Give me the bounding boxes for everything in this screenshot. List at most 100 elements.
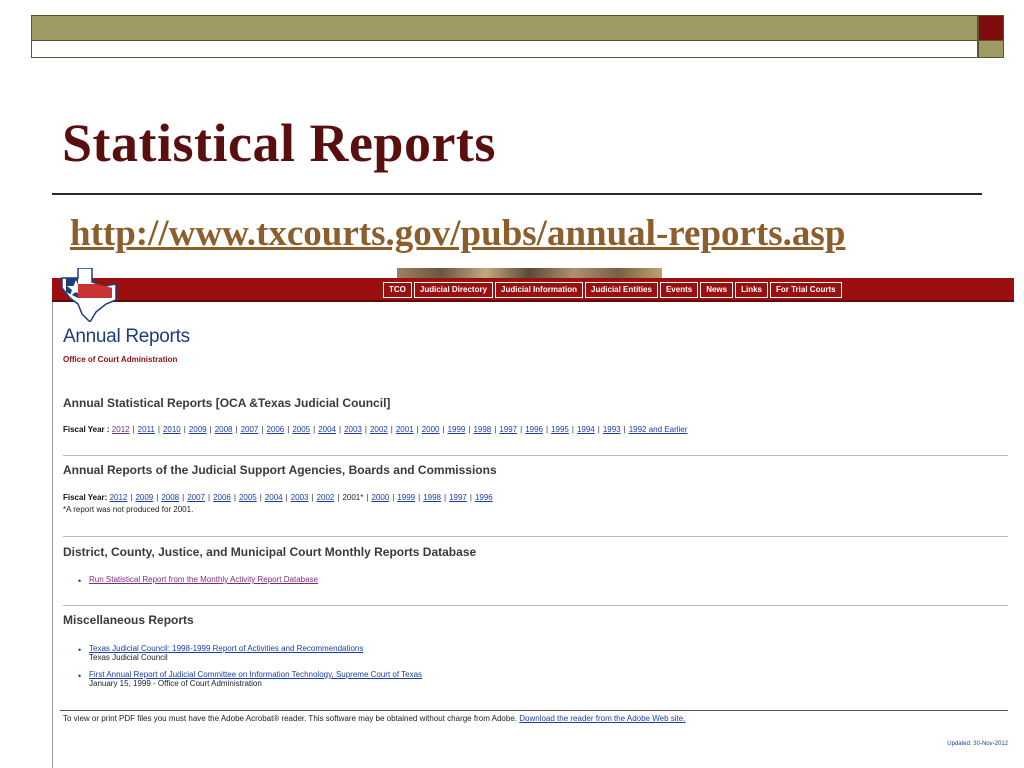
- fiscal-year-link[interactable]: 2004: [318, 425, 336, 434]
- misc-report-source: January 15, 1999 - Office of Court Admin…: [89, 679, 262, 688]
- link-separator: |: [442, 425, 445, 434]
- nav-tco[interactable]: TCO: [383, 282, 412, 298]
- page-subtitle: Office of Court Administration: [63, 355, 178, 364]
- adobe-reader-link[interactable]: Download the reader from the Adobe Web s…: [519, 714, 685, 723]
- fiscal-year-link[interactable]: 1992 and Earlier: [629, 425, 688, 434]
- fiscal-year-link[interactable]: 2008: [161, 493, 179, 502]
- texas-star-logo-icon[interactable]: [56, 268, 118, 322]
- fiscal-year-link[interactable]: 2006: [213, 493, 231, 502]
- fiscal-year-link[interactable]: 2010: [163, 425, 181, 434]
- nav-for-trial-courts[interactable]: For Trial Courts: [770, 282, 842, 298]
- slide-header-bar: [31, 15, 978, 41]
- footer-divider: [60, 710, 1008, 711]
- fiscal-year-link[interactable]: 1998: [473, 425, 491, 434]
- nav-judicial-entities[interactable]: Judicial Entities: [585, 282, 658, 298]
- link-separator: |: [571, 425, 574, 434]
- nav-events[interactable]: Events: [659, 282, 699, 298]
- link-separator: |: [156, 493, 159, 502]
- fiscal-year-link[interactable]: 2011: [138, 425, 155, 434]
- fiscal-year-unavailable: 2001*: [342, 493, 364, 502]
- link-separator: |: [623, 425, 626, 434]
- fiscal-year-links: 2012 | 2011 | 2010 | 2009 | 2008 | 2007 | 2006 | 2005 |…: [112, 425, 688, 434]
- site-header-rule: [52, 300, 1014, 302]
- link-separator: |: [392, 493, 395, 502]
- fiscal-year-link[interactable]: 2012: [112, 425, 130, 434]
- link-separator: |: [233, 493, 236, 502]
- link-separator: |: [157, 425, 160, 434]
- section-divider: [63, 536, 1008, 537]
- fiscal-year-link[interactable]: 2007: [241, 425, 259, 434]
- site-nav: TCO Judicial Directory Judicial Informat…: [383, 282, 842, 298]
- list-item: • Texas Judicial Council: 1998-1999 Repo…: [78, 644, 363, 662]
- link-separator: |: [287, 425, 290, 434]
- left-border: [52, 302, 53, 768]
- slide-url-link[interactable]: http://www.txcourts.gov/pubs/annual-repo…: [70, 212, 845, 255]
- fiscal-year-link[interactable]: 1995: [551, 425, 569, 434]
- bullet-icon: •: [78, 645, 82, 655]
- link-separator: |: [261, 425, 264, 434]
- link-separator: |: [418, 493, 421, 502]
- fiscal-year-link[interactable]: 2002: [370, 425, 388, 434]
- link-separator: |: [182, 493, 185, 502]
- link-separator: |: [366, 493, 369, 502]
- slide-title: Statistical Reports: [62, 113, 496, 173]
- pdf-note: To view or print PDF files you must have…: [63, 714, 685, 723]
- link-separator: |: [337, 493, 340, 502]
- nav-links[interactable]: Links: [735, 282, 768, 298]
- fiscal-year-links: 2012 | 2009 | 2008 | 2007 | 2006 | 2005 | 2004 | 2003 |…: [110, 493, 493, 502]
- fiscal-year-link[interactable]: 2009: [135, 493, 153, 502]
- link-separator: |: [520, 425, 523, 434]
- report-note: *A report was not produced for 2001.: [63, 505, 194, 514]
- fiscal-year-link[interactable]: 2004: [265, 493, 283, 502]
- link-separator: |: [259, 493, 262, 502]
- fiscal-year-label: Fiscal Year:: [63, 493, 108, 502]
- monthly-report-link[interactable]: Run Statistical Report from the Monthly …: [89, 575, 318, 584]
- fiscal-year-link[interactable]: 1997: [449, 493, 467, 502]
- fiscal-year-link[interactable]: 2009: [189, 425, 207, 434]
- link-separator: |: [339, 425, 342, 434]
- fiscal-year-link[interactable]: 1996: [475, 493, 493, 502]
- fiscal-year-link[interactable]: 1998: [423, 493, 441, 502]
- fiscal-year-link[interactable]: 1996: [525, 425, 543, 434]
- fiscal-year-link[interactable]: 2012: [110, 493, 128, 502]
- link-separator: |: [313, 425, 316, 434]
- fiscal-year-link[interactable]: 1994: [577, 425, 595, 434]
- fiscal-year-link[interactable]: 2003: [344, 425, 362, 434]
- section-heading-misc: Miscellaneous Reports: [63, 613, 194, 627]
- bullet-icon: •: [78, 576, 82, 586]
- fiscal-year-link[interactable]: 2003: [291, 493, 309, 502]
- slide-corner-red: [978, 15, 1004, 41]
- fiscal-year-link[interactable]: 2006: [266, 425, 284, 434]
- fiscal-year-label: Fiscal Year :: [63, 425, 110, 434]
- link-separator: |: [132, 425, 135, 434]
- misc-report-link[interactable]: Texas Judicial Council: 1998-1999 Report…: [89, 644, 363, 653]
- link-separator: |: [209, 425, 212, 434]
- fiscal-year-link[interactable]: 2002: [317, 493, 335, 502]
- section-divider: [63, 605, 1008, 606]
- pdf-note-text: To view or print PDF files you must have…: [63, 714, 517, 723]
- fiscal-year-link[interactable]: 2008: [215, 425, 233, 434]
- fiscal-year-link[interactable]: 2005: [239, 493, 257, 502]
- fiscal-year-link[interactable]: 2005: [292, 425, 310, 434]
- link-separator: |: [311, 493, 314, 502]
- misc-report-link[interactable]: First Annual Report of Judicial Committe…: [89, 670, 422, 679]
- fiscal-year-link[interactable]: 2000: [422, 425, 440, 434]
- list-item: • Run Statistical Report from the Monthl…: [78, 575, 318, 586]
- fiscal-year-link[interactable]: 1999: [397, 493, 415, 502]
- nav-judicial-information[interactable]: Judicial Information: [495, 282, 584, 298]
- fiscal-year-row-statistical: Fiscal Year : 2012 | 2011 | 2010 | 2009 | 2008 | 2…: [63, 425, 687, 434]
- header-photo-strip: [397, 268, 662, 278]
- fiscal-year-link[interactable]: 1993: [603, 425, 621, 434]
- fiscal-year-link[interactable]: 2007: [187, 493, 205, 502]
- section-heading-support-agencies: Annual Reports of the Judicial Support A…: [63, 463, 497, 477]
- fiscal-year-link[interactable]: 2001: [396, 425, 414, 434]
- fiscal-year-link[interactable]: 2000: [371, 493, 389, 502]
- link-separator: |: [364, 425, 367, 434]
- link-separator: |: [597, 425, 600, 434]
- nav-judicial-directory[interactable]: Judicial Directory: [413, 282, 494, 298]
- nav-news[interactable]: News: [700, 282, 734, 298]
- slide-corner-olive: [978, 41, 1004, 58]
- link-separator: |: [235, 425, 238, 434]
- fiscal-year-link[interactable]: 1999: [448, 425, 466, 434]
- fiscal-year-link[interactable]: 1997: [499, 425, 517, 434]
